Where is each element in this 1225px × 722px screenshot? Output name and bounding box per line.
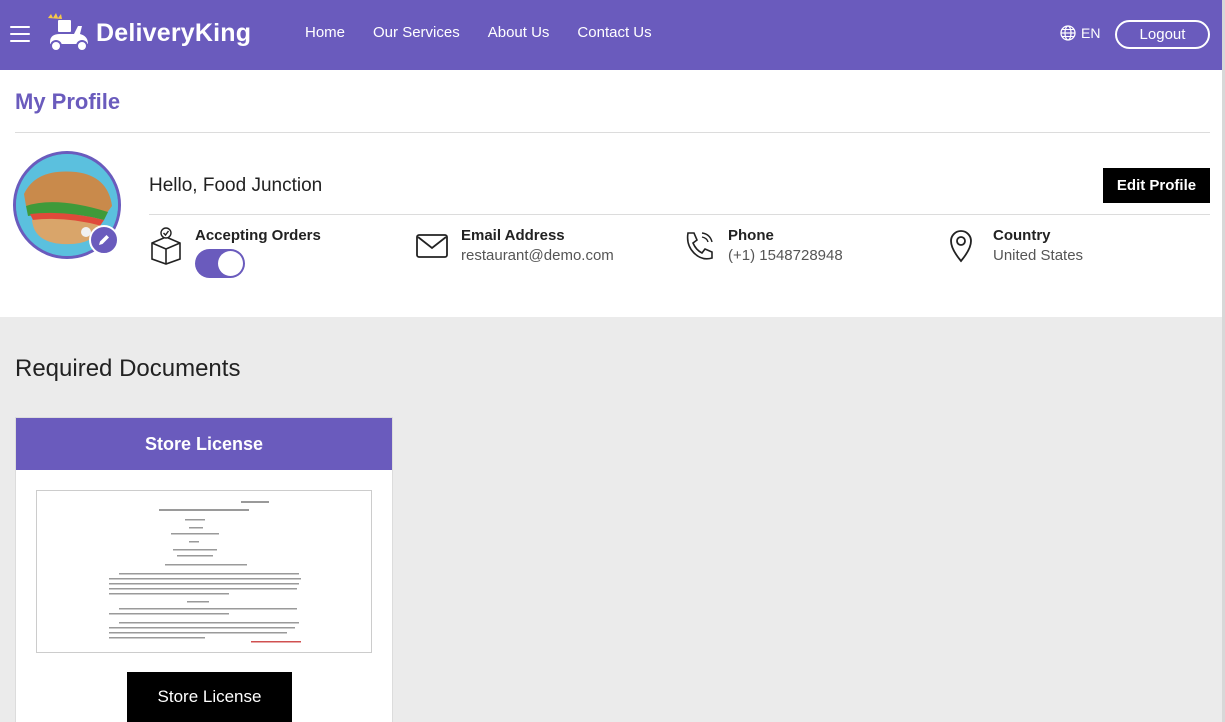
hamburger-menu-icon[interactable] xyxy=(10,26,30,42)
phone-label: Phone xyxy=(728,227,774,244)
envelope-icon xyxy=(416,234,448,258)
divider xyxy=(15,132,1210,133)
scooter-logo-icon xyxy=(48,13,88,52)
page-title: My Profile xyxy=(15,89,121,114)
accepting-orders-info: Accepting Orders xyxy=(149,227,321,278)
document-page-image xyxy=(37,491,371,652)
language-selector[interactable]: EN xyxy=(1060,25,1100,41)
map-pin-icon xyxy=(950,230,972,263)
accepting-orders-label: Accepting Orders xyxy=(195,227,321,244)
globe-icon xyxy=(1060,25,1076,41)
store-license-button[interactable]: Store License xyxy=(127,672,292,722)
country-label: Country xyxy=(993,227,1051,244)
main-nav: Home Our Services About Us Contact Us xyxy=(305,24,652,41)
profile-section: My Profile Hello, Food Junction Edit Pro… xyxy=(0,70,1222,317)
phone-icon xyxy=(686,232,713,260)
email-value: restaurant@demo.com xyxy=(461,247,614,264)
divider xyxy=(149,214,1210,215)
email-label: Email Address xyxy=(461,227,565,244)
nav-link-home[interactable]: Home xyxy=(305,24,345,41)
phone-info: Phone (+1) 1548728948 xyxy=(682,227,843,265)
brand-logo[interactable]: DeliveryKing xyxy=(44,12,251,54)
document-card-title: Store License xyxy=(16,418,392,470)
country-info: Country United States xyxy=(947,227,1083,265)
top-navigation-bar: DeliveryKing Home Our Services About Us … xyxy=(0,0,1225,70)
logout-button[interactable]: Logout xyxy=(1115,20,1210,49)
brand-name: DeliveryKing xyxy=(96,18,252,47)
package-check-icon xyxy=(151,227,181,265)
profile-greeting: Hello, Food Junction xyxy=(149,175,323,196)
email-info: Email Address restaurant@demo.com xyxy=(415,227,614,265)
edit-profile-button[interactable]: Edit Profile xyxy=(1103,168,1210,203)
nav-link-our-services[interactable]: Our Services xyxy=(373,24,460,41)
pencil-icon xyxy=(99,235,109,245)
phone-value: (+1) 1548728948 xyxy=(728,247,843,264)
nav-link-about-us[interactable]: About Us xyxy=(488,24,550,41)
document-card-store-license: Store License Store License xyxy=(15,417,393,722)
nav-link-contact-us[interactable]: Contact Us xyxy=(577,24,651,41)
edit-avatar-button[interactable] xyxy=(89,225,119,255)
language-code: EN xyxy=(1081,25,1101,41)
document-preview-thumbnail[interactable] xyxy=(36,490,372,653)
country-value: United States xyxy=(993,247,1084,264)
accepting-orders-toggle[interactable] xyxy=(195,249,245,278)
required-documents-heading: Required Documents xyxy=(15,355,241,382)
